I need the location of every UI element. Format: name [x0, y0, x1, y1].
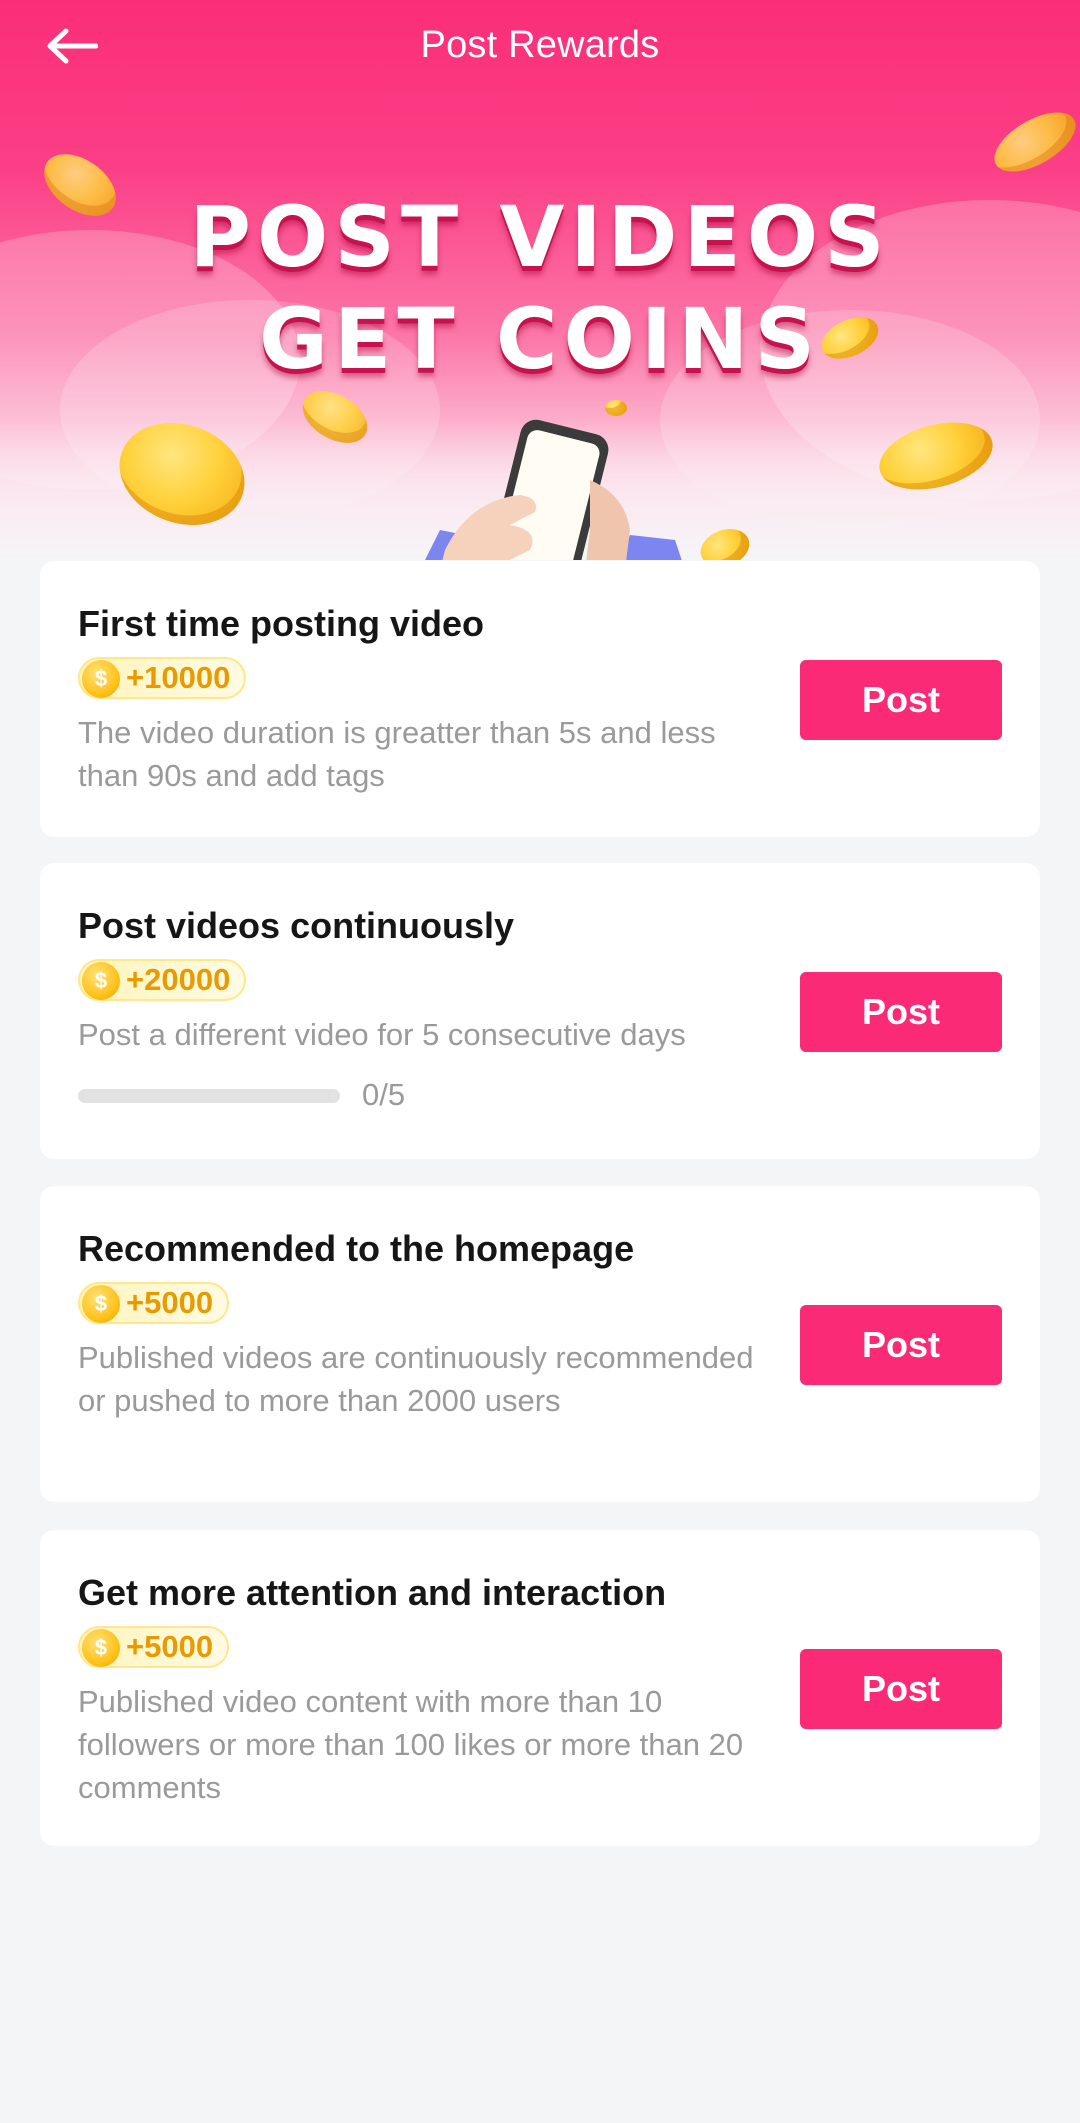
reward-badge: $ +10000 [78, 657, 247, 699]
task-description: Post a different video for 5 consecutive… [78, 1017, 686, 1052]
task-title: Get more attention and interaction [78, 1572, 667, 1613]
task-title: First time posting video [78, 603, 485, 644]
post-button[interactable]: Post [800, 972, 1002, 1052]
phone-hand-illustration [425, 419, 682, 560]
task-card-first-post: First time posting video $ +10000 The vi… [40, 561, 1040, 837]
coin-icon: $ [82, 1629, 120, 1667]
coin-decoration-icon [985, 100, 1080, 184]
post-button[interactable]: Post [800, 1649, 1002, 1729]
post-button[interactable]: Post [800, 1305, 1002, 1385]
task-card-recommended-homepage: Recommended to the homepage $ +5000 Publ… [40, 1186, 1040, 1502]
progress-bar [78, 1089, 340, 1103]
task-title: Recommended to the homepage [78, 1228, 635, 1269]
task-description: Published videos are continuously recomm… [78, 1340, 754, 1418]
reward-amount: +5000 [126, 1285, 214, 1320]
coin-icon: $ [82, 962, 120, 1000]
progress-label: 0/5 [362, 1077, 406, 1112]
task-card-continuous-posting: Post videos continuously $ +20000 Post a… [40, 863, 1040, 1159]
task-title: Post videos continuously [78, 905, 515, 946]
reward-badge: $ +20000 [78, 959, 247, 1001]
banner-headline-line1: POST VIDEOS [189, 188, 891, 286]
task-description: The video duration is greatter than 5s a… [78, 715, 716, 793]
reward-badge: $ +5000 [78, 1626, 230, 1668]
post-button[interactable]: Post [800, 660, 1002, 740]
reward-amount: +5000 [126, 1629, 214, 1664]
page-title: Post Rewards [420, 24, 660, 66]
reward-amount: +10000 [126, 660, 231, 695]
top-bar: Post Rewards [0, 0, 1080, 92]
banner-headline-line2: GET COINS [259, 290, 821, 388]
reward-amount: +20000 [126, 962, 231, 997]
task-card-attention-interaction: Get more attention and interaction $ +50… [40, 1530, 1040, 1846]
task-description: Published video content with more than 1… [78, 1684, 744, 1805]
coin-icon: $ [82, 1285, 120, 1323]
coin-icon: $ [82, 660, 120, 698]
reward-badge: $ +5000 [78, 1282, 230, 1324]
